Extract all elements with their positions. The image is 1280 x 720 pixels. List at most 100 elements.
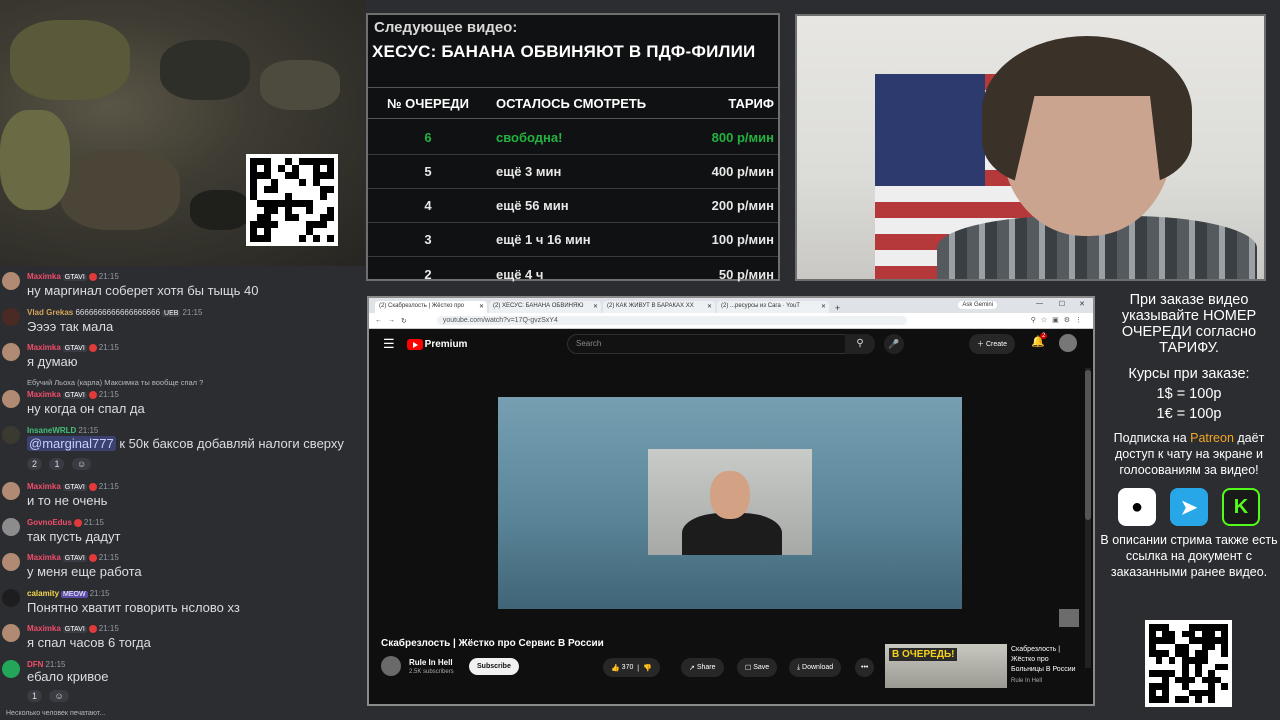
recommended-video-channel[interactable]: Rule In Hell xyxy=(1011,678,1042,684)
message-text: у меня еще работа xyxy=(27,564,142,579)
role-badge: GTAVI xyxy=(62,274,87,281)
username[interactable]: GovnoEdus xyxy=(27,518,72,527)
username[interactable]: Maximka xyxy=(27,343,61,352)
youtube-play-icon xyxy=(406,338,423,350)
info-panel: При заказе видео указывайте НОМЕР ОЧЕРЕД… xyxy=(1098,292,1280,580)
close-icon[interactable]: ✕ xyxy=(707,303,712,310)
like-button[interactable]: 👍 370 | 👎 xyxy=(603,658,660,677)
patreon-icon[interactable]: ● xyxy=(1118,488,1156,526)
message-text: ну маргинал соберет хотя бы тыщь 40 xyxy=(27,283,259,298)
scrollbar-thumb[interactable] xyxy=(1085,370,1091,520)
browser-tab[interactable]: (2) ...ресурсы из Сага · YouT ✕ xyxy=(717,301,829,313)
subscription-note: Подписка на Patreon даёт доступ к чату н… xyxy=(1098,430,1280,478)
close-icon[interactable]: ✕ xyxy=(593,303,598,310)
timestamp: 21:15 xyxy=(182,308,203,317)
recommended-video-thumbnail[interactable]: В ОЧЕРЕДЬ! xyxy=(885,644,1007,688)
search-input[interactable]: Search xyxy=(567,334,875,354)
new-tab-button[interactable]: + xyxy=(835,303,840,313)
subscriber-count: 2.5K subscribers xyxy=(409,669,454,675)
avatar xyxy=(2,553,20,571)
more-actions-button[interactable]: ••• xyxy=(855,658,875,677)
kick-icon[interactable]: K xyxy=(1222,488,1260,526)
video-player[interactable] xyxy=(369,360,1083,635)
username[interactable]: InsaneWRLD xyxy=(27,426,76,435)
queue-row: 5 ещё 3 мин 400 р/мин xyxy=(368,155,778,189)
url-input[interactable]: youtube.com/watch?v=17Q-gvzSxY4 xyxy=(436,316,907,325)
queue-remaining: ещё 1 ч 16 мин xyxy=(496,232,591,247)
close-icon[interactable]: ✕ xyxy=(821,303,826,310)
queue-rate: 800 р/мин xyxy=(711,130,774,145)
username[interactable]: Maximka xyxy=(27,482,61,491)
browser-tab[interactable]: (2) Скабрезлость | Жёстко про ✕ xyxy=(375,301,487,313)
add-reaction-button[interactable]: ☺ xyxy=(49,690,69,702)
browser-window: (2) Скабрезлость | Жёстко про ✕ (2) ХЕСУС… xyxy=(367,296,1095,706)
close-icon[interactable]: ✕ xyxy=(479,303,484,310)
avatar xyxy=(2,482,20,500)
share-button[interactable]: ↗ Share xyxy=(681,658,724,677)
recommended-video-title[interactable]: Скабрезлость | Жёстко про Больницы В Рос… xyxy=(1011,645,1083,675)
queue-row: 6 свободна! 800 р/мин xyxy=(368,121,778,155)
extension-icons[interactable]: ⚲☆▣⚙⋮ xyxy=(1031,316,1087,324)
reaction[interactable]: 2 xyxy=(27,458,43,470)
timestamp: 21:15 xyxy=(78,426,99,435)
streamer xyxy=(937,36,1257,279)
username[interactable]: DFN xyxy=(27,660,43,669)
queue-remaining: ещё 3 мин xyxy=(496,164,562,179)
discord-avatar-icon xyxy=(2,660,20,678)
miniplayer-thumbnail[interactable] xyxy=(1059,609,1079,627)
message-text: я думаю xyxy=(27,354,78,369)
close-window-button[interactable]: ✕ xyxy=(1079,300,1085,308)
browser-tab[interactable]: (2) КАК ЖИВУТ В БАРАКАХ XX ✕ xyxy=(603,301,715,313)
username[interactable]: calamity xyxy=(27,589,59,598)
youtube-logo[interactable]: Premium xyxy=(406,338,467,350)
menu-icon[interactable]: ☰ xyxy=(383,336,395,352)
username[interactable]: Maximka xyxy=(27,624,61,633)
create-button[interactable]: ＋ Create xyxy=(969,334,1015,354)
timestamp: 21:15 xyxy=(98,343,119,352)
browser-tab[interactable]: (2) ХЕСУС: БАНАНА ОБВИНЯЮ ✕ xyxy=(489,301,601,313)
reply-preview[interactable]: Ебучий Льоха (карла) Максимка ты вообще … xyxy=(27,378,203,387)
reload-icon[interactable]: ↻ xyxy=(401,317,407,325)
rates-block: Курсы при заказе: 1$ = 100р 1€ = 100р xyxy=(1098,364,1280,424)
rates-title: Курсы при заказе: xyxy=(1128,366,1250,382)
mic-icon[interactable]: 🎤 xyxy=(884,334,904,354)
ask-gemini-button[interactable]: Ask Gemini xyxy=(958,301,997,309)
save-button[interactable]: ☐ Save xyxy=(737,658,778,677)
avatar xyxy=(2,518,20,536)
patreon-link[interactable]: Patreon xyxy=(1190,431,1234,445)
tab-strip: (2) Скабрезлость | Жёстко про ✕ (2) ХЕСУС… xyxy=(369,298,1093,313)
username[interactable]: Maximka xyxy=(27,390,61,399)
avatar xyxy=(2,589,20,607)
user-mention[interactable]: @marginal777 xyxy=(27,436,116,451)
address-bar: ← → ↻ youtube.com/watch?v=17Q-gvzSxY4 ⚲☆… xyxy=(369,313,1093,329)
timestamp: 21:15 xyxy=(89,589,110,598)
reaction[interactable]: 1 xyxy=(49,458,65,470)
telegram-icon[interactable]: ➤ xyxy=(1170,488,1208,526)
queue-number: 3 xyxy=(424,232,432,247)
queue-row: 2 ещё 4 ч 50 р/мин xyxy=(368,257,778,291)
queue-row: 4 ещё 56 мин 200 р/мин xyxy=(368,189,778,223)
queue-number: 4 xyxy=(424,198,432,213)
avatar xyxy=(2,308,20,326)
username[interactable]: Vlad Grekas xyxy=(27,308,73,317)
message-text: Ээээ так мала xyxy=(27,319,114,334)
add-reaction-button[interactable]: ☺ xyxy=(71,458,92,470)
queue-badge: В ОЧЕРЕДЬ! xyxy=(889,648,958,661)
back-icon[interactable]: ← xyxy=(375,317,382,324)
username[interactable]: Maximka xyxy=(27,553,61,562)
stream-layout: Следующее видео: ХЕСУС: БАНАНА ОБВИНЯЮТ … xyxy=(0,0,1280,720)
subscribe-button[interactable]: Subscribe xyxy=(469,658,519,675)
account-avatar[interactable] xyxy=(1059,334,1077,352)
typing-indicator: Несколько человек печатают... xyxy=(6,710,106,717)
reaction[interactable]: 1 xyxy=(27,690,43,702)
channel-name[interactable]: Rule In Hell xyxy=(409,658,453,667)
username[interactable]: Maximka xyxy=(27,272,61,281)
maximize-button[interactable]: ☐ xyxy=(1059,300,1065,308)
rate-usd: 1$ = 100р xyxy=(1156,386,1222,402)
download-button[interactable]: ⤓ Download xyxy=(789,658,842,677)
queue-table: Следующее видео: ХЕСУС: БАНАНА ОБВИНЯЮТ … xyxy=(366,13,780,282)
minimize-button[interactable]: — xyxy=(1036,300,1043,307)
search-icon[interactable]: ⚲ xyxy=(845,334,875,354)
forward-icon[interactable]: → xyxy=(388,317,395,324)
channel-avatar[interactable] xyxy=(381,656,401,676)
